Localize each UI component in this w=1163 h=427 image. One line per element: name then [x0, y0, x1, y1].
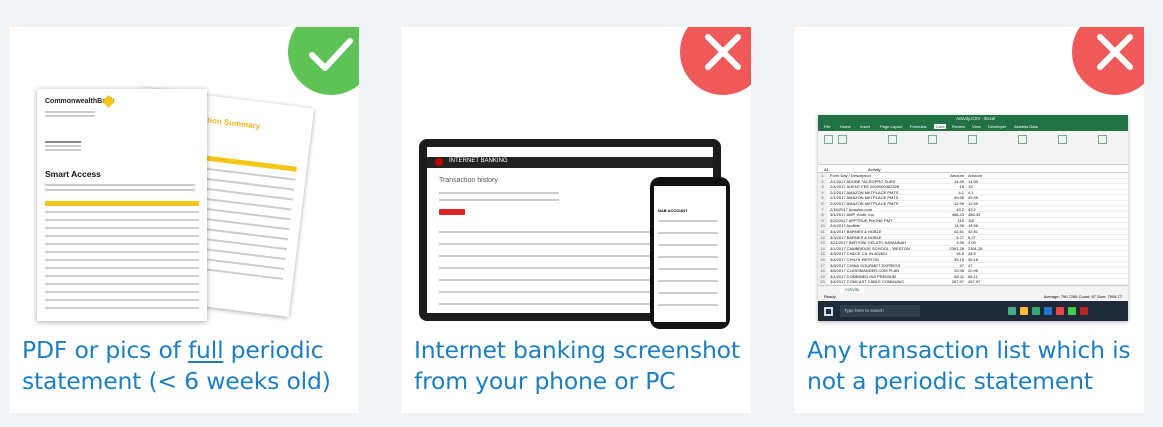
windows-icon	[824, 307, 833, 316]
card-transaction-list: Activity.CSV - Excel File Home Insert Pa…	[794, 27, 1144, 413]
taskbar: Type here to search	[818, 301, 1128, 321]
card-internet-banking: INTERNET BANKING Transaction history NAB…	[401, 27, 751, 413]
sheet-tabs: Activity	[818, 285, 1128, 294]
caption: Any transaction list which is not a peri…	[807, 336, 1131, 395]
formula-bar: A1 Activity	[818, 166, 1128, 173]
excel-icon	[1032, 307, 1040, 315]
phone: NAB ACCOUNT	[650, 177, 730, 329]
taskbar-search: Type here to search	[840, 305, 920, 317]
underlined-word: full	[187, 336, 224, 364]
app-icon	[1056, 307, 1064, 315]
status-bar: Ready Average: 790.7285 Count: 67 Sum: 7…	[818, 293, 1128, 301]
app-icon	[1080, 307, 1088, 315]
formula-value: Activity	[868, 167, 881, 172]
window-title: Activity.CSV - Excel	[956, 116, 996, 121]
folder-icon	[1020, 307, 1028, 315]
transaction-history-title: Transaction history	[439, 177, 498, 184]
app-icon	[1044, 307, 1052, 315]
spreadsheet-grid: 1 Form Day / Description Amount Amount 2 2/1…	[818, 173, 1128, 285]
name-box: A1	[824, 167, 829, 172]
close-badge	[1072, 27, 1144, 95]
app-icon	[1068, 307, 1076, 315]
statement-page: CommonwealthBank Smart Access	[37, 89, 207, 321]
card-full-statement: Transaction Summary CommonwealthBank Sma…	[9, 27, 359, 413]
ribbon	[818, 131, 1128, 165]
nab-account-label: NAB ACCOUNT	[658, 208, 688, 213]
caption: Internet banking screenshot from your ph…	[414, 336, 740, 395]
close-icon	[705, 34, 741, 70]
ribbon-tabs: File Home Insert Page Layout Formulas Da…	[818, 123, 1128, 131]
check-badge	[288, 27, 359, 95]
caption: PDF or pics of full periodic statement (…	[22, 336, 331, 395]
phone-screen: NAB ACCOUNT	[654, 186, 726, 322]
excel-window: Activity.CSV - Excel File Home Insert Pa…	[818, 115, 1128, 321]
internet-banking-label: INTERNET BANKING	[449, 158, 508, 164]
check-icon	[309, 38, 353, 71]
excel-title-bar: Activity.CSV - Excel	[818, 115, 1128, 123]
bank-header: INTERNET BANKING	[427, 157, 713, 168]
close-badge	[680, 27, 751, 95]
app-icon	[1008, 307, 1016, 315]
statement-title: Smart Access	[45, 169, 101, 179]
close-icon	[1097, 34, 1133, 70]
bank-logo-icon	[435, 158, 443, 166]
